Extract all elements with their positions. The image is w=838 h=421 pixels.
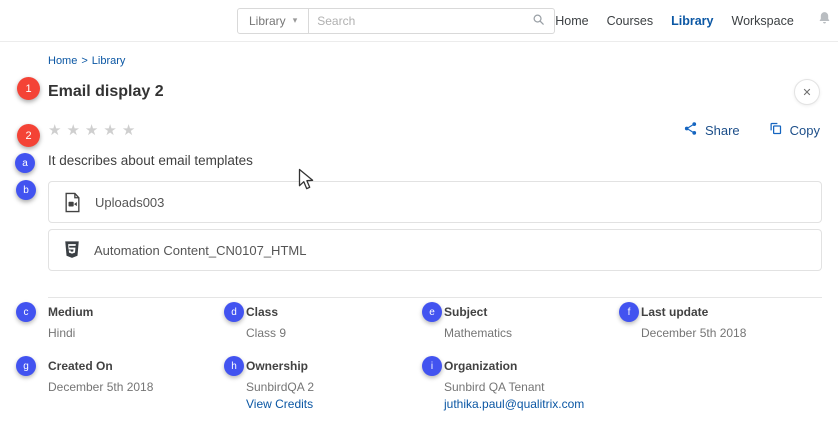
child-content-list: Uploads003 Automation Content_CN0107_HTM… [48,181,822,271]
copy-icon [768,121,783,139]
meta-class: d Class Class 9 [246,305,444,341]
copy-button[interactable]: Copy [768,121,820,139]
annotation-marker-c: c [16,302,36,322]
rating-stars: ★ ★ ★ ★ ★ [48,123,135,138]
video-file-icon [63,192,82,213]
annotation-marker-1: 1 [17,77,40,100]
meta-value: Class 9 [246,325,444,341]
search-scope-label: Library [249,14,286,28]
annotation-marker-a: a [15,153,35,173]
meta-last-update: f Last update December 5th 2018 [641,305,822,341]
notification-bell-button[interactable] [816,10,833,32]
star-icon[interactable]: ★ [103,123,116,138]
content-item-card[interactable]: Uploads003 [48,181,822,223]
close-icon: ✕ [802,86,811,99]
annotation-marker-f: f [619,302,639,322]
search-group: Library ▾ [237,8,555,34]
content-detail-page: Home > Library Email display 2 ✕ ★ ★ ★ ★ ★ [0,55,838,411]
meta-subject: e Subject Mathematics [444,305,641,341]
breadcrumb-library-link[interactable]: Library [92,55,126,67]
view-credits-link[interactable]: View Credits [246,397,444,411]
breadcrumb-home-link[interactable]: Home [48,55,77,67]
meta-value: Hindi [48,325,246,341]
meta-ownership: h Ownership SunbirdQA 2 View Credits [246,359,444,411]
nav-item-courses[interactable]: Courses [607,14,654,28]
annotation-marker-g: g [16,356,36,376]
content-item-name: Uploads003 [95,195,164,210]
nav-item-workspace[interactable]: Workspace [732,14,794,28]
nav-item-library[interactable]: Library [671,14,713,28]
meta-label: Ownership [246,359,444,373]
header-nav: Home Courses Library Workspace S [555,7,838,35]
search-box [309,8,555,34]
star-icon[interactable]: ★ [66,123,79,138]
breadcrumb-separator: > [81,55,87,67]
copy-label: Copy [790,123,820,138]
meta-label: Subject [444,305,641,319]
annotation-marker-e: e [422,302,442,322]
meta-value: Sunbird QA Tenant [444,379,641,395]
meta-medium: c Medium Hindi [48,305,246,341]
chevron-down-icon: ▾ [293,15,298,26]
meta-empty-cell [641,359,822,411]
breadcrumb: Home > Library [48,55,822,67]
annotation-marker-h: h [224,356,244,376]
content-description: It describes about email templates [48,153,822,168]
star-icon[interactable]: ★ [122,123,135,138]
share-label: Share [705,123,740,138]
page-title: Email display 2 [48,83,164,101]
search-icon [531,12,546,30]
annotation-marker-2: 2 [17,124,40,147]
meta-value: SunbirdQA 2 [246,379,444,395]
meta-label: Medium [48,305,246,319]
bell-icon [816,10,833,32]
share-button[interactable]: Share [683,121,740,139]
top-navbar: Library ▾ Home Courses Library Workspace [0,0,838,42]
nav-item-home[interactable]: Home [555,14,588,28]
meta-value: Mathematics [444,325,641,341]
section-divider [48,297,822,298]
meta-value: December 5th 2018 [48,379,246,395]
mouse-cursor [298,168,316,197]
annotation-marker-i: i [422,356,442,376]
meta-label: Class [246,305,444,319]
search-scope-dropdown[interactable]: Library ▾ [237,8,309,34]
meta-label: Organization [444,359,641,373]
share-icon [683,121,698,139]
organization-email-link[interactable]: juthika.paul@qualitrix.com [444,397,641,411]
content-item-card[interactable]: Automation Content_CN0107_HTML [48,229,822,271]
star-icon[interactable]: ★ [48,123,61,138]
metadata-grid: c Medium Hindi d Class Class 9 e Subject… [48,305,822,411]
annotation-marker-d: d [224,302,244,322]
meta-label: Last update [641,305,822,319]
content-item-name: Automation Content_CN0107_HTML [94,243,306,258]
meta-organization: i Organization Sunbird QA Tenant juthika… [444,359,641,411]
close-button[interactable]: ✕ [794,79,820,105]
meta-value: December 5th 2018 [641,325,822,341]
meta-created-on: g Created On December 5th 2018 [48,359,246,411]
search-button[interactable] [531,12,546,30]
search-input[interactable] [317,14,531,28]
html5-file-icon [63,240,81,260]
star-icon[interactable]: ★ [85,123,98,138]
annotation-marker-b: b [16,180,36,200]
meta-label: Created On [48,359,246,373]
